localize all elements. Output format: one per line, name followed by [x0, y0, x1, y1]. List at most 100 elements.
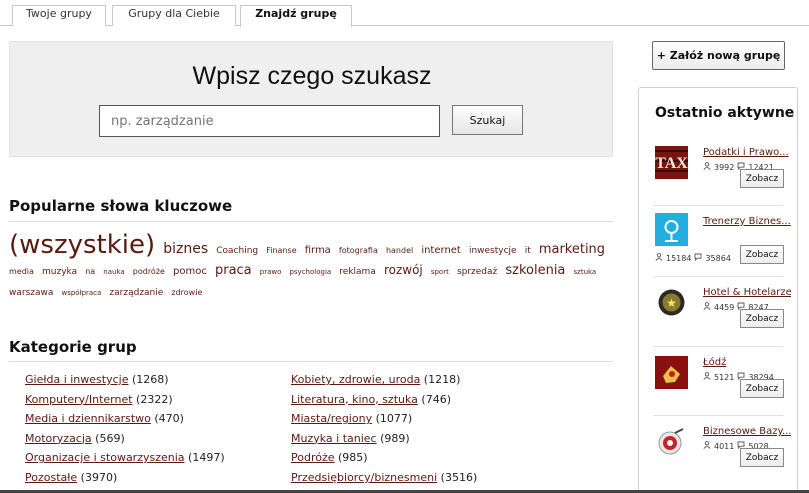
category-item: Muzyka i taniec (989) [291, 430, 477, 450]
category-count: (1077) [372, 412, 413, 426]
view-group-button[interactable]: Zobacz [740, 309, 784, 328]
category-link[interactable]: Literatura, kino, sztuka [291, 393, 418, 406]
recent-divider [653, 346, 783, 347]
category-link[interactable]: Muzyka i taniec [291, 432, 377, 445]
categories-heading: Kategorie grup [9, 338, 137, 356]
category-link[interactable]: Kobiety, zdrowie, uroda [291, 373, 420, 386]
keyword-link[interactable]: internet [421, 245, 461, 256]
keyword-link[interactable]: na [85, 267, 95, 276]
group-thumbnail[interactable] [655, 425, 688, 458]
svg-text:TAX: TAX [655, 155, 688, 172]
tab-groups-for-you[interactable]: Grupy dla Ciebie [112, 5, 236, 26]
keyword-link[interactable]: muzyka [42, 267, 77, 277]
category-link[interactable]: Komputery/Internet [25, 393, 133, 406]
category-link[interactable]: Motoryzacja [25, 432, 92, 445]
keyword-cloud: (wszystkie) biznes Coaching Finanse firm… [9, 232, 615, 302]
keyword-link[interactable]: fotografia [339, 246, 378, 255]
keyword-link[interactable]: Finanse [266, 246, 296, 255]
view-group-button[interactable]: Zobacz [740, 169, 784, 188]
keyword-link[interactable]: inwestycje [469, 246, 517, 256]
members-icon [703, 441, 711, 451]
category-count: (2322) [132, 392, 173, 406]
keyword-link[interactable]: marketing [539, 242, 605, 257]
view-group-button[interactable]: Zobacz [740, 448, 784, 467]
view-group-button[interactable]: Zobacz [740, 245, 784, 264]
create-group-button[interactable]: + Załóż nową grupę [652, 41, 785, 70]
category-link[interactable]: Miasta/regiony [291, 412, 372, 425]
recent-divider [653, 415, 783, 416]
svg-text:★: ★ [666, 296, 677, 310]
members-icon [655, 253, 663, 263]
keyword-link[interactable]: zdrowie [171, 288, 202, 297]
category-item: Motoryzacja (569) [25, 430, 225, 450]
keyword-link[interactable]: warszawa [9, 288, 53, 298]
category-count: (1497) [184, 451, 225, 465]
keyword-link[interactable]: rozwój [384, 263, 423, 277]
members-count: 5121 [714, 372, 735, 382]
keyword-link[interactable]: szkolenia [505, 263, 565, 278]
category-count: (1218) [420, 373, 461, 386]
category-item: Media i dziennikarstwo (470) [25, 410, 225, 430]
keyword-link[interactable]: zarządzanie [109, 288, 163, 298]
keyword-link[interactable]: Coaching [216, 246, 258, 256]
category-item: Literatura, kino, sztuka (746) [291, 391, 477, 411]
category-link[interactable]: Przedsiębiorcy/biznesmeni [291, 471, 437, 484]
recent-group-item: TAX Podatki i Prawo... 3992 12421 Zobacz [639, 142, 797, 204]
keyword-link[interactable]: podróże [133, 267, 165, 276]
keyword-link[interactable]: prawo [260, 268, 282, 276]
keyword-link[interactable]: firma [305, 245, 331, 256]
keyword-link[interactable]: (wszystkie) [9, 230, 155, 260]
recent-group-item: ★ Hotel & Hotelarze 4459 8247 Zobacz [639, 282, 797, 344]
category-link[interactable]: Podróże [291, 451, 335, 464]
members-count: 4459 [714, 302, 735, 312]
group-name-link[interactable]: Hotel & Hotelarze [703, 287, 791, 298]
keywords-divider [9, 221, 613, 222]
view-group-button[interactable]: Zobacz [740, 379, 784, 398]
keyword-link[interactable]: reklama [339, 267, 376, 277]
group-name-link[interactable]: Trenerzy Biznes... [703, 216, 791, 227]
group-thumbnail[interactable]: ★ [655, 286, 688, 319]
group-thumbnail[interactable] [655, 356, 688, 389]
keyword-link[interactable]: sprzedaż [457, 267, 497, 277]
category-count: (470) [150, 412, 184, 426]
members-icon [703, 302, 711, 312]
posts-icon [694, 253, 702, 263]
recent-divider [653, 276, 783, 277]
recent-divider [653, 205, 783, 206]
keyword-link[interactable]: nauka [103, 268, 124, 276]
keyword-link[interactable]: sztuka [574, 268, 597, 276]
search-panel: Wpisz czego szukasz Szukaj [9, 41, 613, 157]
keyword-link[interactable]: praca [215, 263, 252, 278]
category-item: Przedsiębiorcy/biznesmeni (3516) [291, 469, 477, 489]
keyword-link[interactable]: handel [386, 246, 413, 255]
category-item: Giełda i inwestycje (1268) [25, 371, 225, 391]
group-name-link[interactable]: Biznesowe Bazy... [703, 426, 791, 437]
tab-find-group[interactable]: Znajdź grupę [240, 5, 352, 27]
category-link[interactable]: Organizacje i stowarzyszenia [25, 451, 185, 464]
search-title: Wpisz czego szukasz [192, 62, 432, 90]
category-link[interactable]: Media i dziennikarstwo [25, 412, 151, 425]
category-link[interactable]: Pozostałe [25, 471, 77, 484]
keyword-link[interactable]: it [525, 246, 531, 256]
tab-your-groups[interactable]: Twoje grupy [12, 5, 106, 26]
category-item: Organizacje i stowarzyszenia (1497) [25, 449, 225, 469]
group-thumbnail[interactable] [655, 213, 688, 246]
categories-divider [9, 361, 613, 362]
keyword-link[interactable]: pomoc [173, 266, 207, 277]
keyword-link[interactable]: media [9, 267, 34, 276]
category-item: Kobiety, zdrowie, uroda (1218) [291, 371, 477, 391]
group-name-link[interactable]: Podatki i Prawo... [703, 147, 791, 158]
group-name-link[interactable]: Łódź [703, 357, 791, 368]
category-link[interactable]: Giełda i inwestycje [25, 373, 128, 386]
search-input[interactable] [99, 105, 440, 137]
keyword-link[interactable]: psychologia [289, 268, 331, 276]
keyword-link[interactable]: biznes [163, 241, 208, 257]
posts-count: 35864 [705, 253, 731, 263]
category-count: (1268) [128, 373, 169, 386]
search-button[interactable]: Szukaj [452, 105, 523, 135]
members-icon [703, 372, 711, 382]
tab-bar: Twoje grupy Grupy dla Ciebie Znajdź grup… [0, 0, 809, 27]
keyword-link[interactable]: współpraca [61, 289, 101, 297]
group-thumbnail[interactable]: TAX [655, 146, 688, 179]
keyword-link[interactable]: sport [431, 268, 449, 276]
